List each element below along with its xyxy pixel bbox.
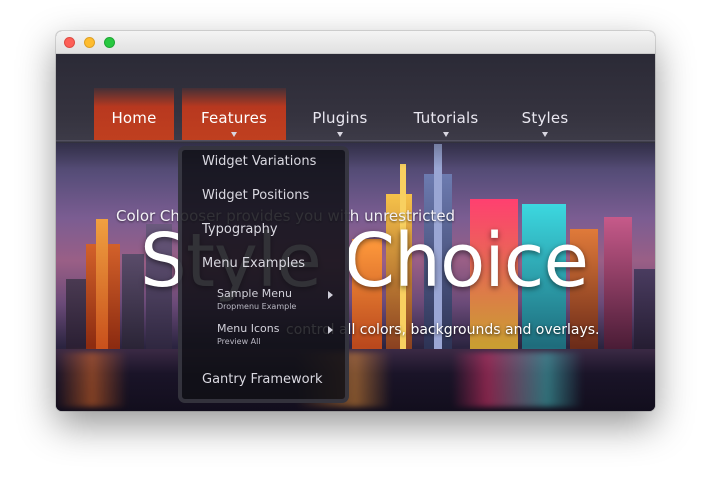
dropdown-subitem-menu-icons[interactable]: Menu Icons (217, 322, 279, 335)
menu-divider (56, 140, 655, 143)
main-menu-bar: Home Features Plugins Tutorials Styles (56, 54, 655, 143)
title-bar (56, 31, 655, 54)
menu-item-tutorials[interactable]: Tutorials (400, 88, 492, 142)
menu-item-plugins-label: Plugins (312, 109, 368, 127)
menu-item-home[interactable]: Home (94, 88, 174, 142)
chevron-right-icon (328, 326, 333, 334)
menu-item-features[interactable]: Features (182, 88, 286, 142)
dropdown-subitem-sample-menu[interactable]: Sample Menu (217, 287, 292, 300)
chevron-down-icon (443, 132, 449, 137)
dropdown-subitem-sample-menu-note: Dropmenu Example (217, 302, 297, 311)
menu-item-styles-label: Styles (521, 109, 569, 127)
browser-window: Home Features Plugins Tutorials Styles C… (56, 31, 655, 411)
chevron-right-icon (328, 291, 333, 299)
close-window-button[interactable] (64, 37, 75, 48)
zoom-window-button[interactable] (104, 37, 115, 48)
chevron-down-icon (337, 132, 343, 137)
dropdown-item-typography[interactable]: Typography (202, 222, 278, 237)
menu-item-home-label: Home (111, 109, 157, 127)
menu-item-styles[interactable]: Styles (510, 88, 580, 142)
chevron-down-icon (231, 132, 237, 137)
menu-item-features-label: Features (200, 109, 268, 127)
dropdown-item-widget-variations[interactable]: Widget Variations (202, 154, 316, 169)
page-content: Home Features Plugins Tutorials Styles C… (56, 54, 655, 411)
menu-item-plugins[interactable]: Plugins (302, 88, 378, 142)
chevron-down-icon (542, 132, 548, 137)
menu-item-tutorials-label: Tutorials (413, 109, 479, 127)
dropdown-subitem-menu-icons-note: Preview All (217, 337, 261, 346)
dropdown-item-menu-examples[interactable]: Menu Examples (202, 256, 305, 271)
minimize-window-button[interactable] (84, 37, 95, 48)
dropdown-item-gantry-framework[interactable]: Gantry Framework (202, 372, 323, 387)
features-dropdown: Widget Variations Widget Positions Typog… (178, 146, 349, 403)
dropdown-item-widget-positions[interactable]: Widget Positions (202, 188, 309, 203)
